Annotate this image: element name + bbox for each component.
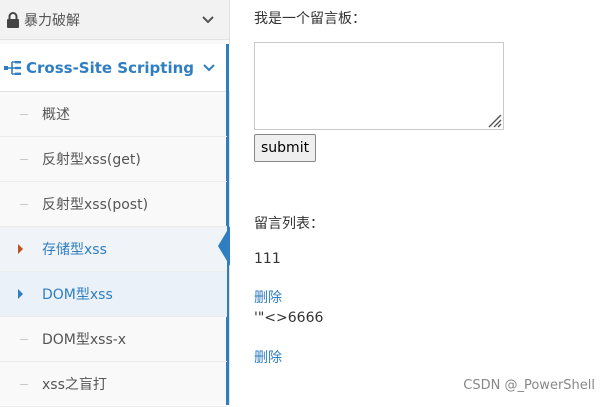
sub-nav-label: DOM型xss [42, 287, 113, 303]
sitemap-icon [4, 60, 21, 75]
tree-dash [20, 384, 28, 385]
lock-icon [7, 11, 19, 28]
nav-item-cross-site-scripting[interactable]: Cross-Site Scripting [0, 44, 230, 92]
message-textarea[interactable] [254, 42, 504, 130]
tree-dash [20, 204, 28, 205]
sub-nav-item-dom-xss[interactable]: DOM型xss [0, 272, 227, 317]
message-text: '"<>6666 [254, 310, 324, 326]
tree-dash [20, 159, 28, 160]
sub-nav-item-stored-xss[interactable]: 存储型xss [0, 227, 227, 272]
sub-nav-label: 反射型xss(post) [42, 197, 149, 213]
chevron-down-icon[interactable] [202, 63, 216, 73]
resize-grip-icon[interactable] [486, 112, 502, 128]
sub-nav-label: xss之盲打 [42, 377, 107, 393]
message-board-label: 我是一个留言板： [254, 11, 366, 27]
submit-button[interactable]: submit [254, 134, 317, 162]
sub-nav-item-blind-xss[interactable]: xss之盲打 [0, 362, 227, 407]
message-list-label: 留言列表： [254, 216, 324, 232]
chevron-down-icon[interactable] [201, 15, 215, 25]
sub-nav-list: 概述 反射型xss(get) 反射型xss(post) 存储型xss DOM型x… [0, 92, 227, 407]
caret-right-icon [18, 289, 23, 299]
nav-active-label: Cross-Site Scripting [26, 58, 195, 77]
sub-nav-item-dom-xss-x[interactable]: DOM型xss-x [0, 317, 227, 362]
tree-dash [20, 339, 28, 340]
sub-nav-item-reflected-get[interactable]: 反射型xss(get) [0, 137, 227, 182]
sub-nav-label: DOM型xss-x [42, 332, 127, 348]
delete-link[interactable]: 删除 [254, 287, 282, 307]
sub-nav-label: 反射型xss(get) [42, 152, 141, 168]
message-text: 111 [254, 251, 281, 267]
sub-nav-label: 存储型xss [42, 242, 107, 258]
caret-right-icon [18, 244, 23, 254]
sidebar: 暴力破解 Cross-Site Scripting 概述 反射型xss(get) [0, 0, 230, 407]
sub-nav-item-reflected-post[interactable]: 反射型xss(post) [0, 182, 227, 227]
watermark: CSDN @_PowerShell [463, 378, 595, 393]
sub-nav-item-overview[interactable]: 概述 [0, 92, 227, 137]
active-pointer-icon [218, 226, 230, 266]
nav-item-label: 暴力破解 [24, 12, 80, 29]
nav-item-brute-force[interactable]: 暴力破解 [0, 0, 229, 40]
sub-nav-label: 概述 [42, 107, 70, 123]
delete-link[interactable]: 删除 [254, 347, 282, 367]
tree-dash [20, 114, 28, 115]
